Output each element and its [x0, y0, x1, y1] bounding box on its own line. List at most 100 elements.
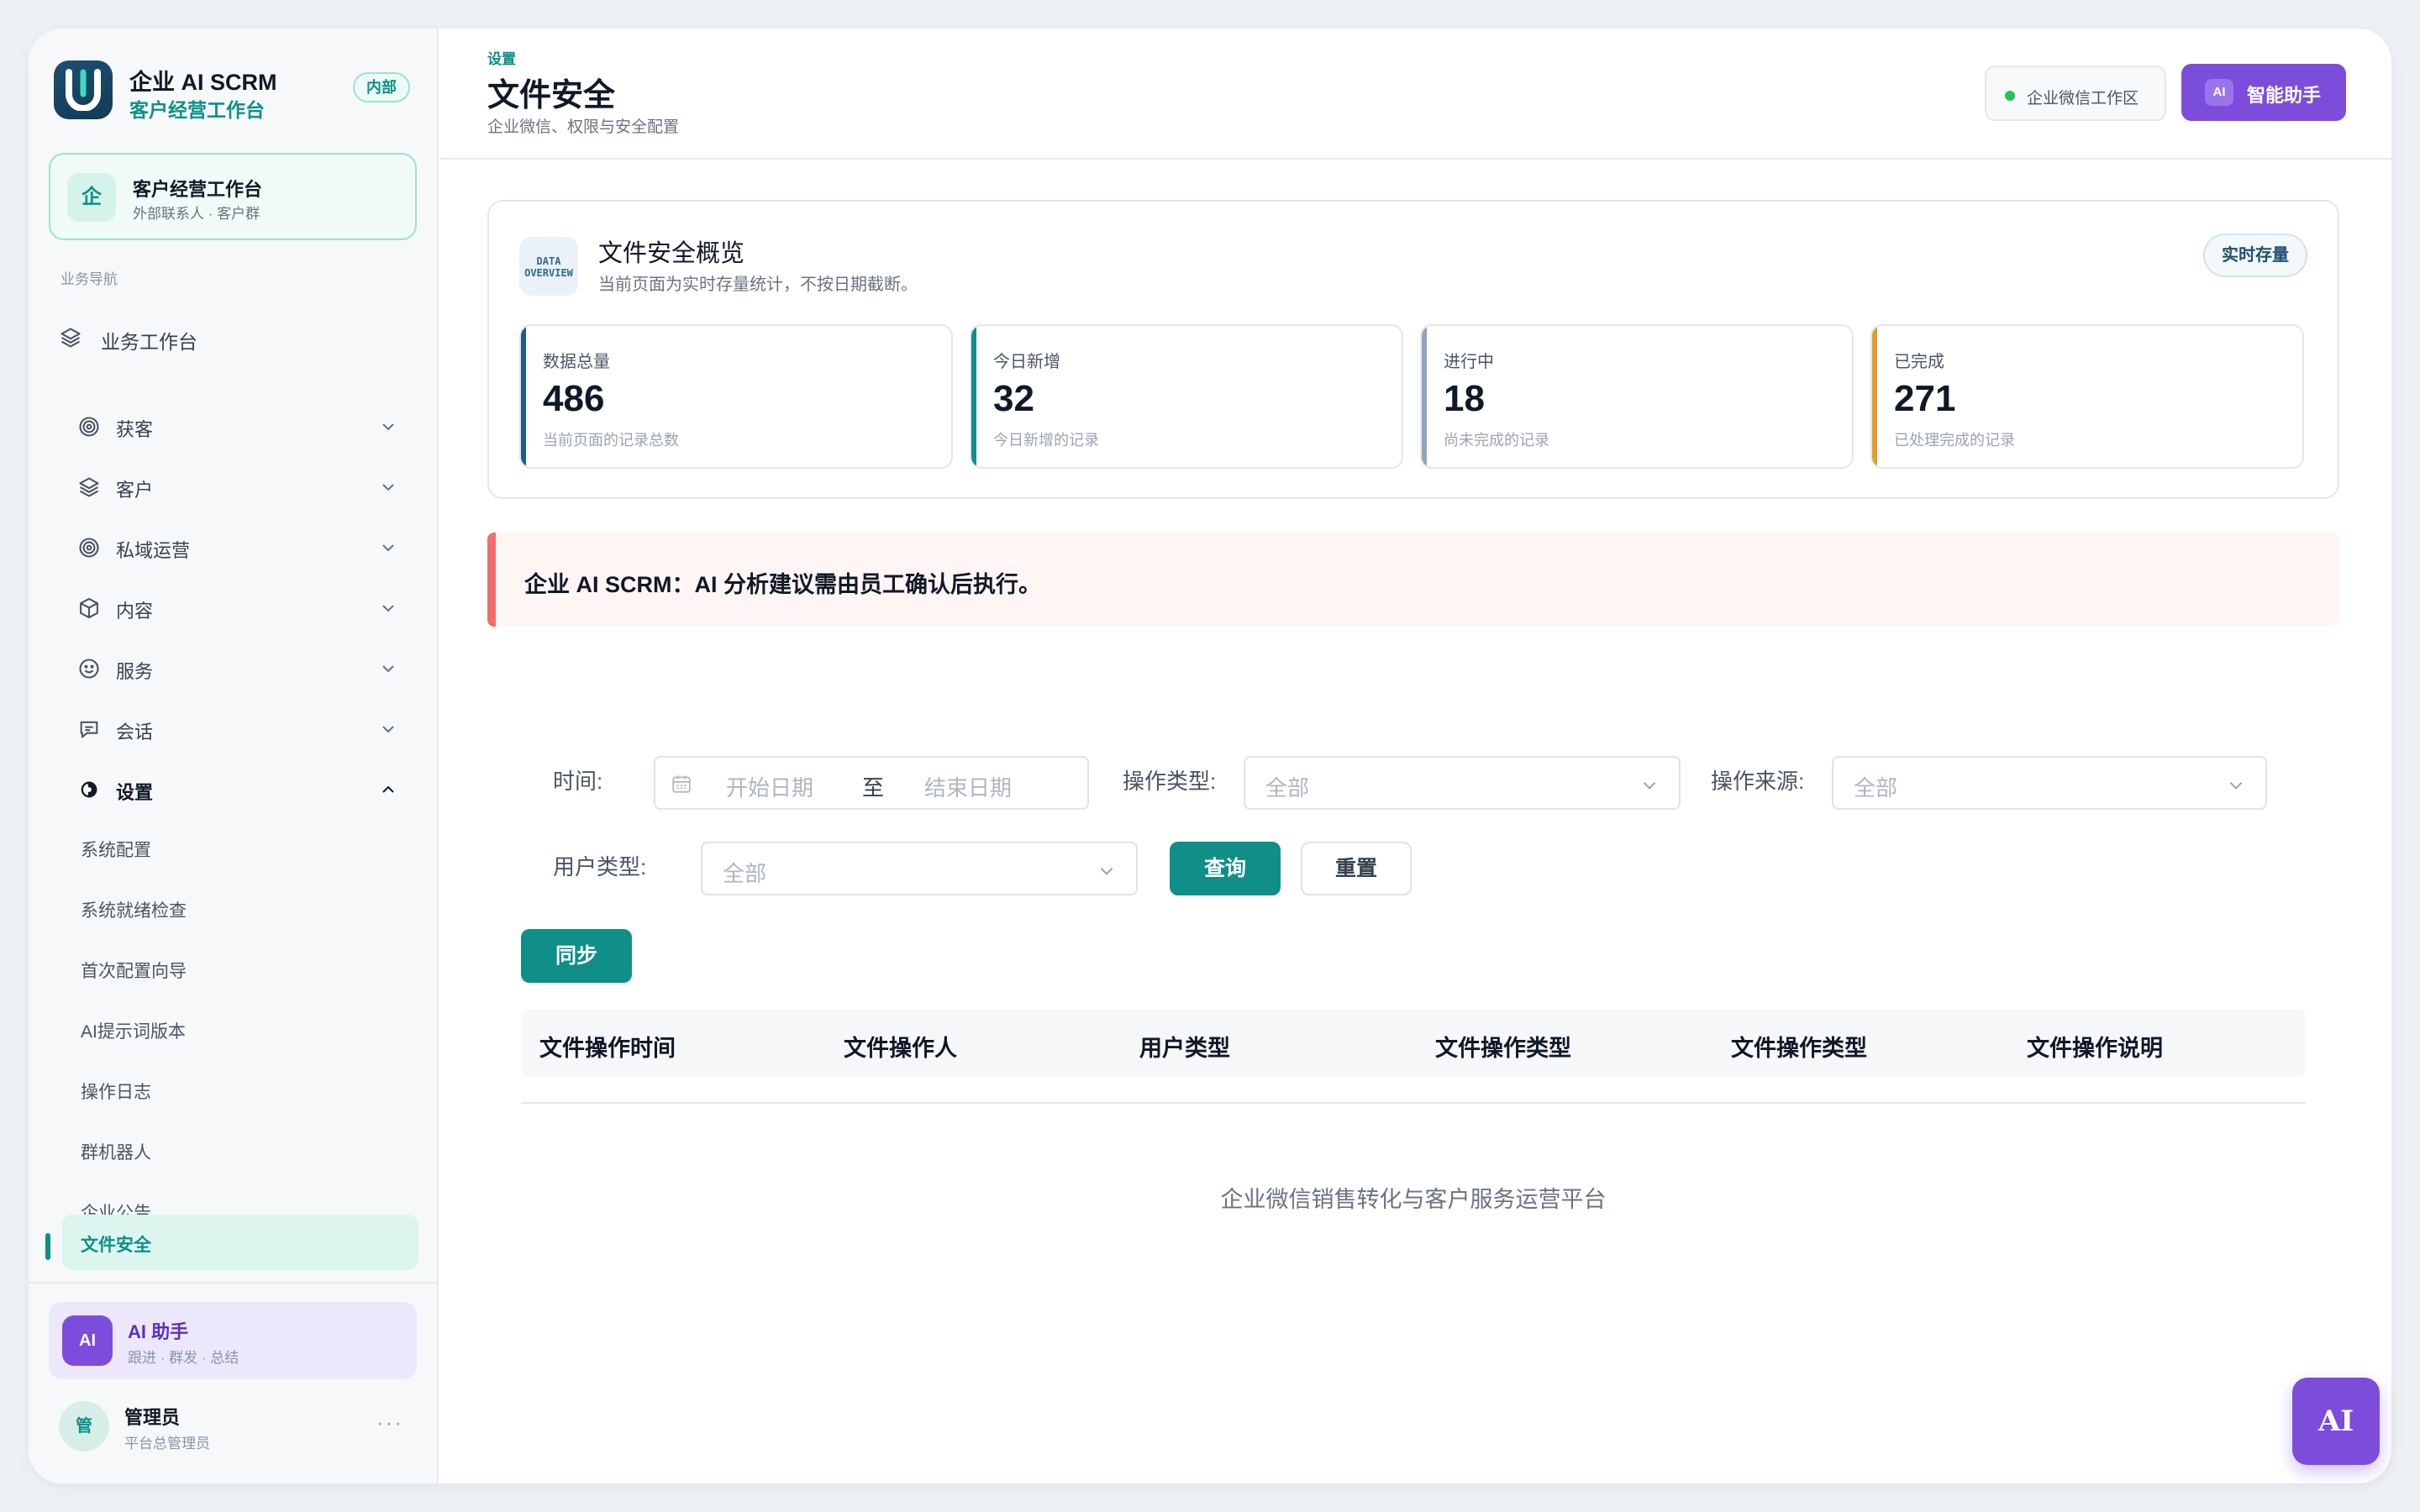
sidebar-item-label: 内容: [116, 601, 154, 622]
page-subtitle: 企业微信、权限与安全配置: [487, 118, 680, 136]
chat-icon: [80, 721, 98, 738]
sidebar-subitem-label: 群机器人: [81, 1143, 151, 1163]
sidebar-subitem-label: 系统配置: [81, 841, 151, 860]
stat-label: 数据总量: [543, 353, 610, 371]
workspace-title: 客户经营工作台: [133, 179, 263, 200]
end-date-input[interactable]: 结束日期: [924, 771, 1012, 802]
start-date-input[interactable]: 开始日期: [726, 771, 813, 802]
target-icon: [79, 417, 99, 437]
stat-value: 271: [1894, 378, 1956, 419]
ai-floating-button[interactable]: AI: [2292, 1378, 2380, 1465]
overview-card: DATA OVERVIEW 文件安全概览 当前页面为实时存量统计，不按日期截断。…: [487, 200, 2339, 499]
workspace-chip-label: 企业微信工作区: [2027, 90, 2139, 108]
stat-accent-bar: [1422, 326, 1427, 467]
stat-label: 今日新增: [993, 353, 1060, 371]
op-source-value: 全部: [1854, 775, 1898, 801]
chevron-up-icon: [382, 785, 394, 793]
workspace-subtitle: 外部联系人 · 客户群: [133, 206, 260, 222]
time-filter-label: 时间:: [553, 769, 603, 794]
sidebar-subitem-readiness-check[interactable]: 系统就绪检查: [62, 880, 418, 936]
box-icon: [80, 597, 98, 619]
sidebar-item-session[interactable]: 会话: [77, 704, 420, 751]
chevron-down-icon: [382, 605, 394, 612]
stat-description: 当前页面的记录总数: [543, 432, 679, 449]
ai-badge-icon: AI: [62, 1315, 113, 1366]
stat-accent-bar: [1872, 326, 1877, 467]
ai-assistant-button[interactable]: AI 智能助手: [2181, 64, 2346, 121]
chevron-down-icon: [382, 544, 394, 552]
column-header: 用户类型: [1139, 1036, 1230, 1061]
chevron-down-icon: [1100, 867, 1113, 875]
target-icon: [79, 538, 99, 558]
icon-text: OVERVIEW: [524, 267, 573, 279]
user-type-select[interactable]: 全部: [701, 842, 1138, 895]
sidebar-item-customer[interactable]: 客户: [77, 462, 420, 509]
sidebar-subitem-operation-log[interactable]: 操作日志: [62, 1062, 418, 1117]
breadcrumb[interactable]: 设置: [487, 47, 516, 68]
column-header: 文件操作类型: [1731, 1036, 1867, 1061]
sidebar-subitem-group-bot[interactable]: 群机器人: [62, 1122, 418, 1178]
realtime-tag: 实时存量: [2203, 234, 2307, 277]
sidebar-item-service[interactable]: 服务: [77, 643, 420, 690]
stat-value: 32: [993, 378, 1034, 419]
query-button[interactable]: 查询: [1170, 842, 1281, 895]
sidebar-item-private-ops[interactable]: 私域运营: [77, 522, 420, 570]
active-indicator: [45, 1233, 50, 1260]
date-range-picker[interactable]: 开始日期 至 结束日期: [654, 756, 1089, 810]
op-type-label: 操作类型:: [1123, 769, 1217, 794]
date-range-separator: 至: [862, 775, 885, 801]
overview-subtitle: 当前页面为实时存量统计，不按日期截断。: [598, 276, 918, 294]
stat-accent-bar: [971, 326, 976, 467]
sidebar-subitem-setup-wizard[interactable]: 首次配置向导: [62, 941, 418, 996]
stat-description: 尚未完成的记录: [1444, 432, 1549, 449]
op-type-select[interactable]: 全部: [1244, 756, 1681, 810]
sidebar-subitem-system-config[interactable]: 系统配置: [62, 820, 418, 875]
notice-banner: 企业 AI SCRM：AI 分析建议需由员工确认后执行。: [487, 533, 2339, 627]
user-type-value: 全部: [723, 861, 767, 886]
sync-button[interactable]: 同步: [521, 929, 632, 983]
op-type-value: 全部: [1265, 775, 1310, 801]
workspace-card[interactable]: 企 客户经营工作台 外部联系人 · 客户群: [49, 153, 417, 240]
sidebar-subitem-label: 文件安全: [81, 1236, 151, 1255]
sidebar-subitem-label: AI提示词版本: [81, 1022, 186, 1042]
op-source-select[interactable]: 全部: [1832, 756, 2267, 810]
main-content: 设置 文件安全 企业微信、权限与安全配置 企业微信工作区 AI 智能助手 DAT…: [440, 29, 2391, 1483]
user-profile[interactable]: 管 管理员 平台总管理员 ···: [59, 1398, 412, 1457]
sidebar-item-settings[interactable]: 设置: [77, 764, 420, 811]
sidebar-item-content[interactable]: 内容: [77, 583, 420, 630]
avatar: 管: [59, 1401, 109, 1452]
brand-subtitle: 客户经营工作台: [129, 99, 265, 121]
reset-button[interactable]: 重置: [1301, 842, 1412, 895]
ai-assistant-card[interactable]: AI AI 助手 跟进 · 群发 · 总结: [49, 1302, 417, 1379]
stat-card-total: 数据总量 486 当前页面的记录总数: [519, 324, 953, 469]
sidebar-item-label: 设置: [116, 782, 154, 803]
settings-icon: [81, 781, 97, 798]
data-overview-icon: DATA OVERVIEW: [519, 237, 578, 296]
sidebar-subitem-file-security[interactable]: 文件安全: [62, 1215, 418, 1270]
ai-badge-icon: AI: [2205, 79, 2233, 106]
stat-value: 486: [543, 378, 605, 419]
chevron-down-icon: [382, 726, 394, 733]
sidebar-subitem-label: 操作日志: [81, 1083, 151, 1102]
more-icon[interactable]: ···: [376, 1410, 403, 1436]
sidebar-item-label: 服务: [116, 661, 154, 682]
user-type-label: 用户类型:: [553, 854, 647, 879]
ai-card-subtitle: 跟进 · 群发 · 总结: [128, 1350, 239, 1366]
notice-accent-bar: [487, 533, 496, 627]
stat-card-today: 今日新增 32 今日新增的记录: [970, 324, 1403, 469]
user-name: 管理员: [124, 1407, 181, 1428]
sidebar-item-label: 业务工作台: [101, 331, 197, 353]
sidebar-subitem-label: 系统就绪检查: [81, 901, 187, 921]
sidebar-subitem-ai-prompt-versions[interactable]: AI提示词版本: [62, 1001, 418, 1057]
status-dot-icon: [2005, 91, 2015, 101]
sidebar-item-workbench[interactable]: 业务工作台: [59, 316, 412, 358]
column-header: 文件操作类型: [1435, 1036, 1571, 1061]
workspace-chip[interactable]: 企业微信工作区: [1985, 66, 2166, 121]
sidebar-item-acquire[interactable]: 获客: [77, 402, 420, 449]
user-role: 平台总管理员: [124, 1436, 210, 1452]
ai-card-title: AI 助手: [128, 1321, 189, 1342]
workspace-icon: 企: [67, 173, 116, 222]
page-title: 文件安全: [487, 78, 616, 113]
chevron-down-icon: [1643, 781, 1656, 790]
chevron-down-icon: [2229, 781, 2243, 790]
